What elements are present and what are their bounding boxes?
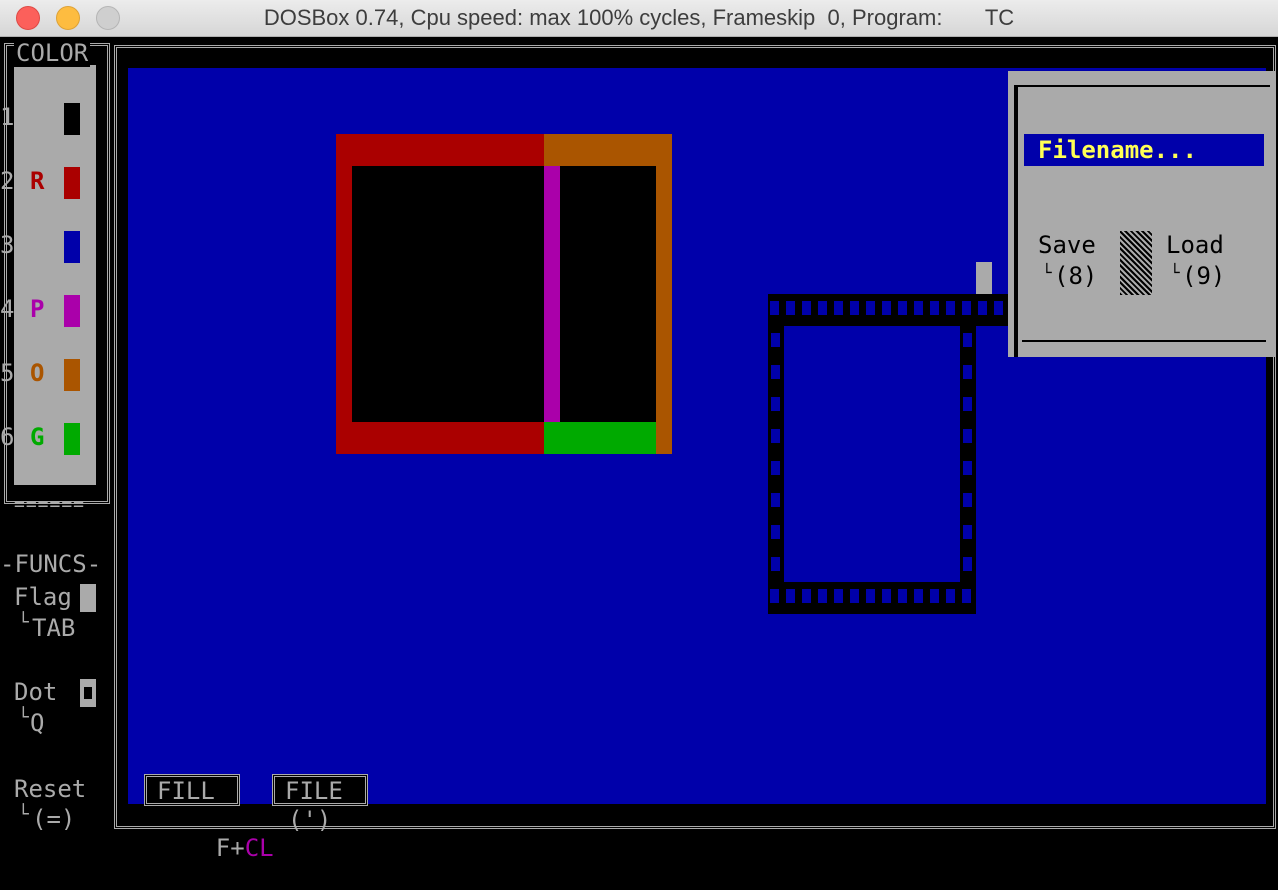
color-row-2[interactable]: 2R xyxy=(0,167,100,199)
color-letter: G xyxy=(30,423,45,451)
window-title: DOSBox 0.74, Cpu speed: max 100% cycles,… xyxy=(263,5,1015,30)
corner-glyph: └ xyxy=(18,707,29,728)
color-number: 1 xyxy=(0,103,15,131)
dos-screen: COLOR ====== 1E2R34P5O6G -FUNCS- Flag └ … xyxy=(0,37,1278,862)
fill-button[interactable]: FILL xyxy=(144,774,240,806)
fill-label: FILL xyxy=(157,777,215,805)
color-number: 4 xyxy=(0,295,15,323)
load-key: (9) xyxy=(1182,262,1226,290)
color-letter: O xyxy=(30,359,45,387)
file-dialog: Filename... Save └ (8) Load └ (9) xyxy=(1008,71,1276,357)
color-row-1[interactable]: 1E xyxy=(0,103,100,135)
dot-indicator-mark xyxy=(84,687,92,699)
save-key: (8) xyxy=(1054,262,1098,290)
color-swatch[interactable] xyxy=(64,359,80,391)
color-letter: E xyxy=(30,103,45,131)
reset-label: Reset xyxy=(14,775,87,803)
fill-key-prefix: F+ xyxy=(215,834,245,862)
file-button[interactable]: FILE xyxy=(272,774,368,806)
corner-glyph: └ xyxy=(18,804,29,825)
color-panel-header: COLOR xyxy=(14,39,91,67)
flag-indicator[interactable] xyxy=(80,584,96,612)
save-button-label[interactable]: Save xyxy=(1038,231,1096,259)
color-letter: P xyxy=(30,295,45,323)
fill-key-color: CL xyxy=(244,834,274,862)
color-swatch[interactable] xyxy=(64,103,80,135)
corner-glyph: └ xyxy=(1170,263,1180,282)
color-swatch[interactable] xyxy=(64,423,80,455)
corner-glyph: └ xyxy=(18,612,29,633)
color-number: 2 xyxy=(0,167,15,195)
color-number: 5 xyxy=(0,359,15,387)
file-dialog-bottom-line xyxy=(1022,340,1266,342)
file-dialog-left-border xyxy=(1014,85,1018,357)
load-button-label[interactable]: Load xyxy=(1166,231,1224,259)
file-dialog-top-border xyxy=(1014,85,1270,87)
color-row-4[interactable]: 4P xyxy=(0,295,100,327)
color-swatch[interactable] xyxy=(64,167,80,199)
window-titlebar: DOSBox 0.74, Cpu speed: max 100% cycles,… xyxy=(0,0,1278,37)
filename-field[interactable]: Filename... xyxy=(1024,134,1264,166)
color-row-3[interactable]: 3 xyxy=(0,231,100,263)
color-letter: R xyxy=(30,167,45,195)
fill-key: F+CL xyxy=(158,806,274,890)
color-swatch[interactable] xyxy=(64,295,80,327)
color-row-6[interactable]: 6G xyxy=(0,423,100,455)
reset-key: (=) xyxy=(32,805,76,833)
color-row-5[interactable]: 5O xyxy=(0,359,100,391)
flag-key: TAB xyxy=(32,614,76,642)
file-label: FILE xyxy=(285,777,343,805)
corner-glyph: └ xyxy=(1042,263,1052,282)
color-number: 6 xyxy=(0,423,15,451)
color-panel-bottom-border: ====== xyxy=(14,494,86,515)
color-swatch[interactable] xyxy=(64,231,80,263)
filename-prompt: Filename... xyxy=(1038,136,1197,164)
funcs-header: -FUNCS- xyxy=(0,550,102,578)
file-key: (') xyxy=(288,806,332,834)
dialog-divider xyxy=(1120,231,1152,295)
color-number: 3 xyxy=(0,231,15,259)
dot-label: Dot xyxy=(14,678,58,706)
flag-label: Flag xyxy=(14,583,72,611)
dot-key: Q xyxy=(30,709,45,737)
dot-indicator[interactable] xyxy=(80,679,96,707)
